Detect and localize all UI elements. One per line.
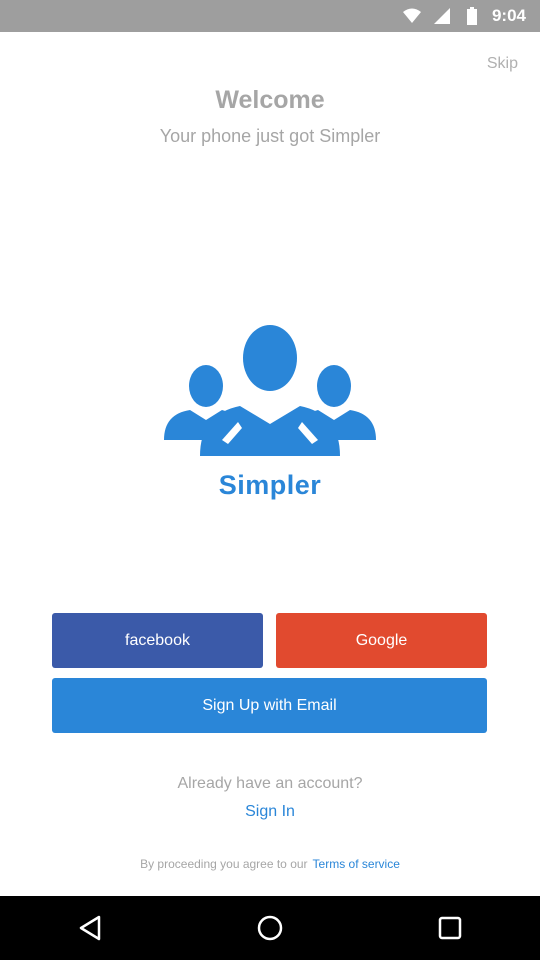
google-button[interactable]: Google [276, 613, 487, 668]
already-account-text: Already have an account? [177, 775, 363, 792]
facebook-button[interactable]: facebook [52, 613, 263, 668]
brand-name: Simpler [218, 470, 322, 500]
people-group-icon [162, 322, 378, 456]
status-time: 9:04 [491, 6, 526, 25]
skip-button[interactable]: Skip [487, 55, 518, 73]
sign-in-link[interactable]: Sign In [0, 803, 540, 821]
terms-of-service-link[interactable]: Terms of service [313, 857, 400, 871]
wifi-icon [402, 6, 422, 26]
signal-icon [432, 6, 452, 26]
tagline: Your phone just got Simpler [159, 126, 381, 146]
status-bar: 9:04 [0, 0, 540, 32]
terms-text: By proceeding you agree to our [140, 857, 308, 871]
recents-icon[interactable] [418, 896, 482, 960]
home-icon[interactable] [238, 896, 302, 960]
sign-up-email-button[interactable]: Sign Up with Email [52, 678, 487, 733]
navigation-bar [0, 896, 540, 960]
terms-notice: By proceeding you agree to our Terms of s… [0, 857, 540, 871]
welcome-title: Welcome [215, 86, 325, 114]
back-icon[interactable] [58, 896, 122, 960]
battery-icon [462, 6, 482, 26]
